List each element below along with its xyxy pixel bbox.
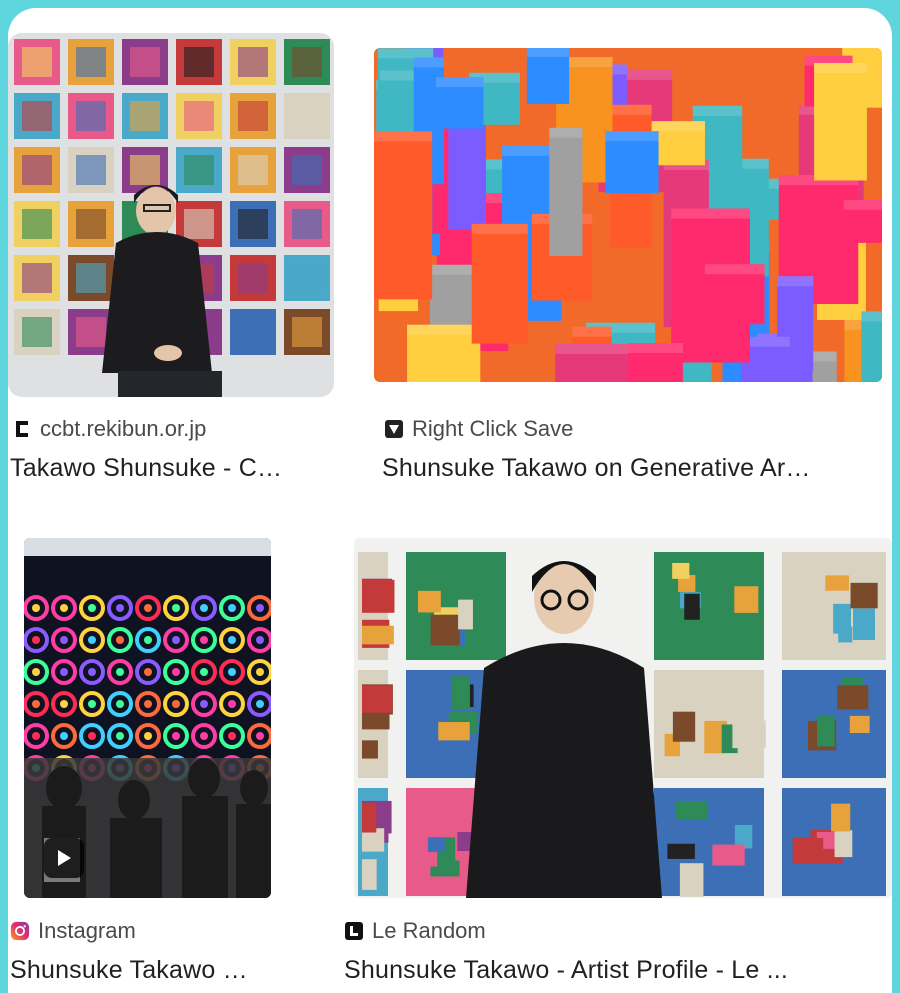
instagram-icon <box>10 921 30 941</box>
portrait-with-artwork-grid <box>8 33 334 397</box>
artist-portrait-with-artworks <box>354 538 892 898</box>
result-1-thumbnail[interactable] <box>8 33 334 397</box>
c-logo-icon <box>12 419 32 439</box>
result-1-source[interactable]: ccbt.rekibun.or.jp <box>12 416 206 442</box>
result-4-source-label: Le Random <box>372 918 486 943</box>
save-shield-icon <box>384 419 404 439</box>
result-2-thumbnail[interactable] <box>374 48 882 382</box>
result-1-title[interactable]: Takawo Shunsuke - C… <box>10 454 282 483</box>
play-video-icon[interactable] <box>44 838 84 878</box>
result-2-source[interactable]: Right Click Save <box>384 416 573 442</box>
result-4-source[interactable]: Le Random <box>344 918 486 944</box>
result-4-thumbnail[interactable] <box>354 538 892 898</box>
result-3-title[interactable]: Shunsuke Takawo … <box>10 956 248 985</box>
isometric-city-artwork <box>374 48 882 382</box>
result-2-title[interactable]: Shunsuke Takawo on Generative Ar… <box>382 454 811 483</box>
result-1-source-label: ccbt.rekibun.or.jp <box>40 416 207 441</box>
result-4-title[interactable]: Shunsuke Takawo - Artist Profile - Le ..… <box>344 956 788 985</box>
result-3-source-label: Instagram <box>38 918 136 943</box>
le-random-icon <box>344 921 364 941</box>
result-3-thumbnail[interactable] <box>24 538 271 898</box>
result-3-source[interactable]: Instagram <box>10 918 136 944</box>
image-results-panel: ccbt.rekibun.or.jp Takawo Shunsuke - C… … <box>8 8 892 993</box>
result-2-source-label: Right Click Save <box>412 416 574 441</box>
